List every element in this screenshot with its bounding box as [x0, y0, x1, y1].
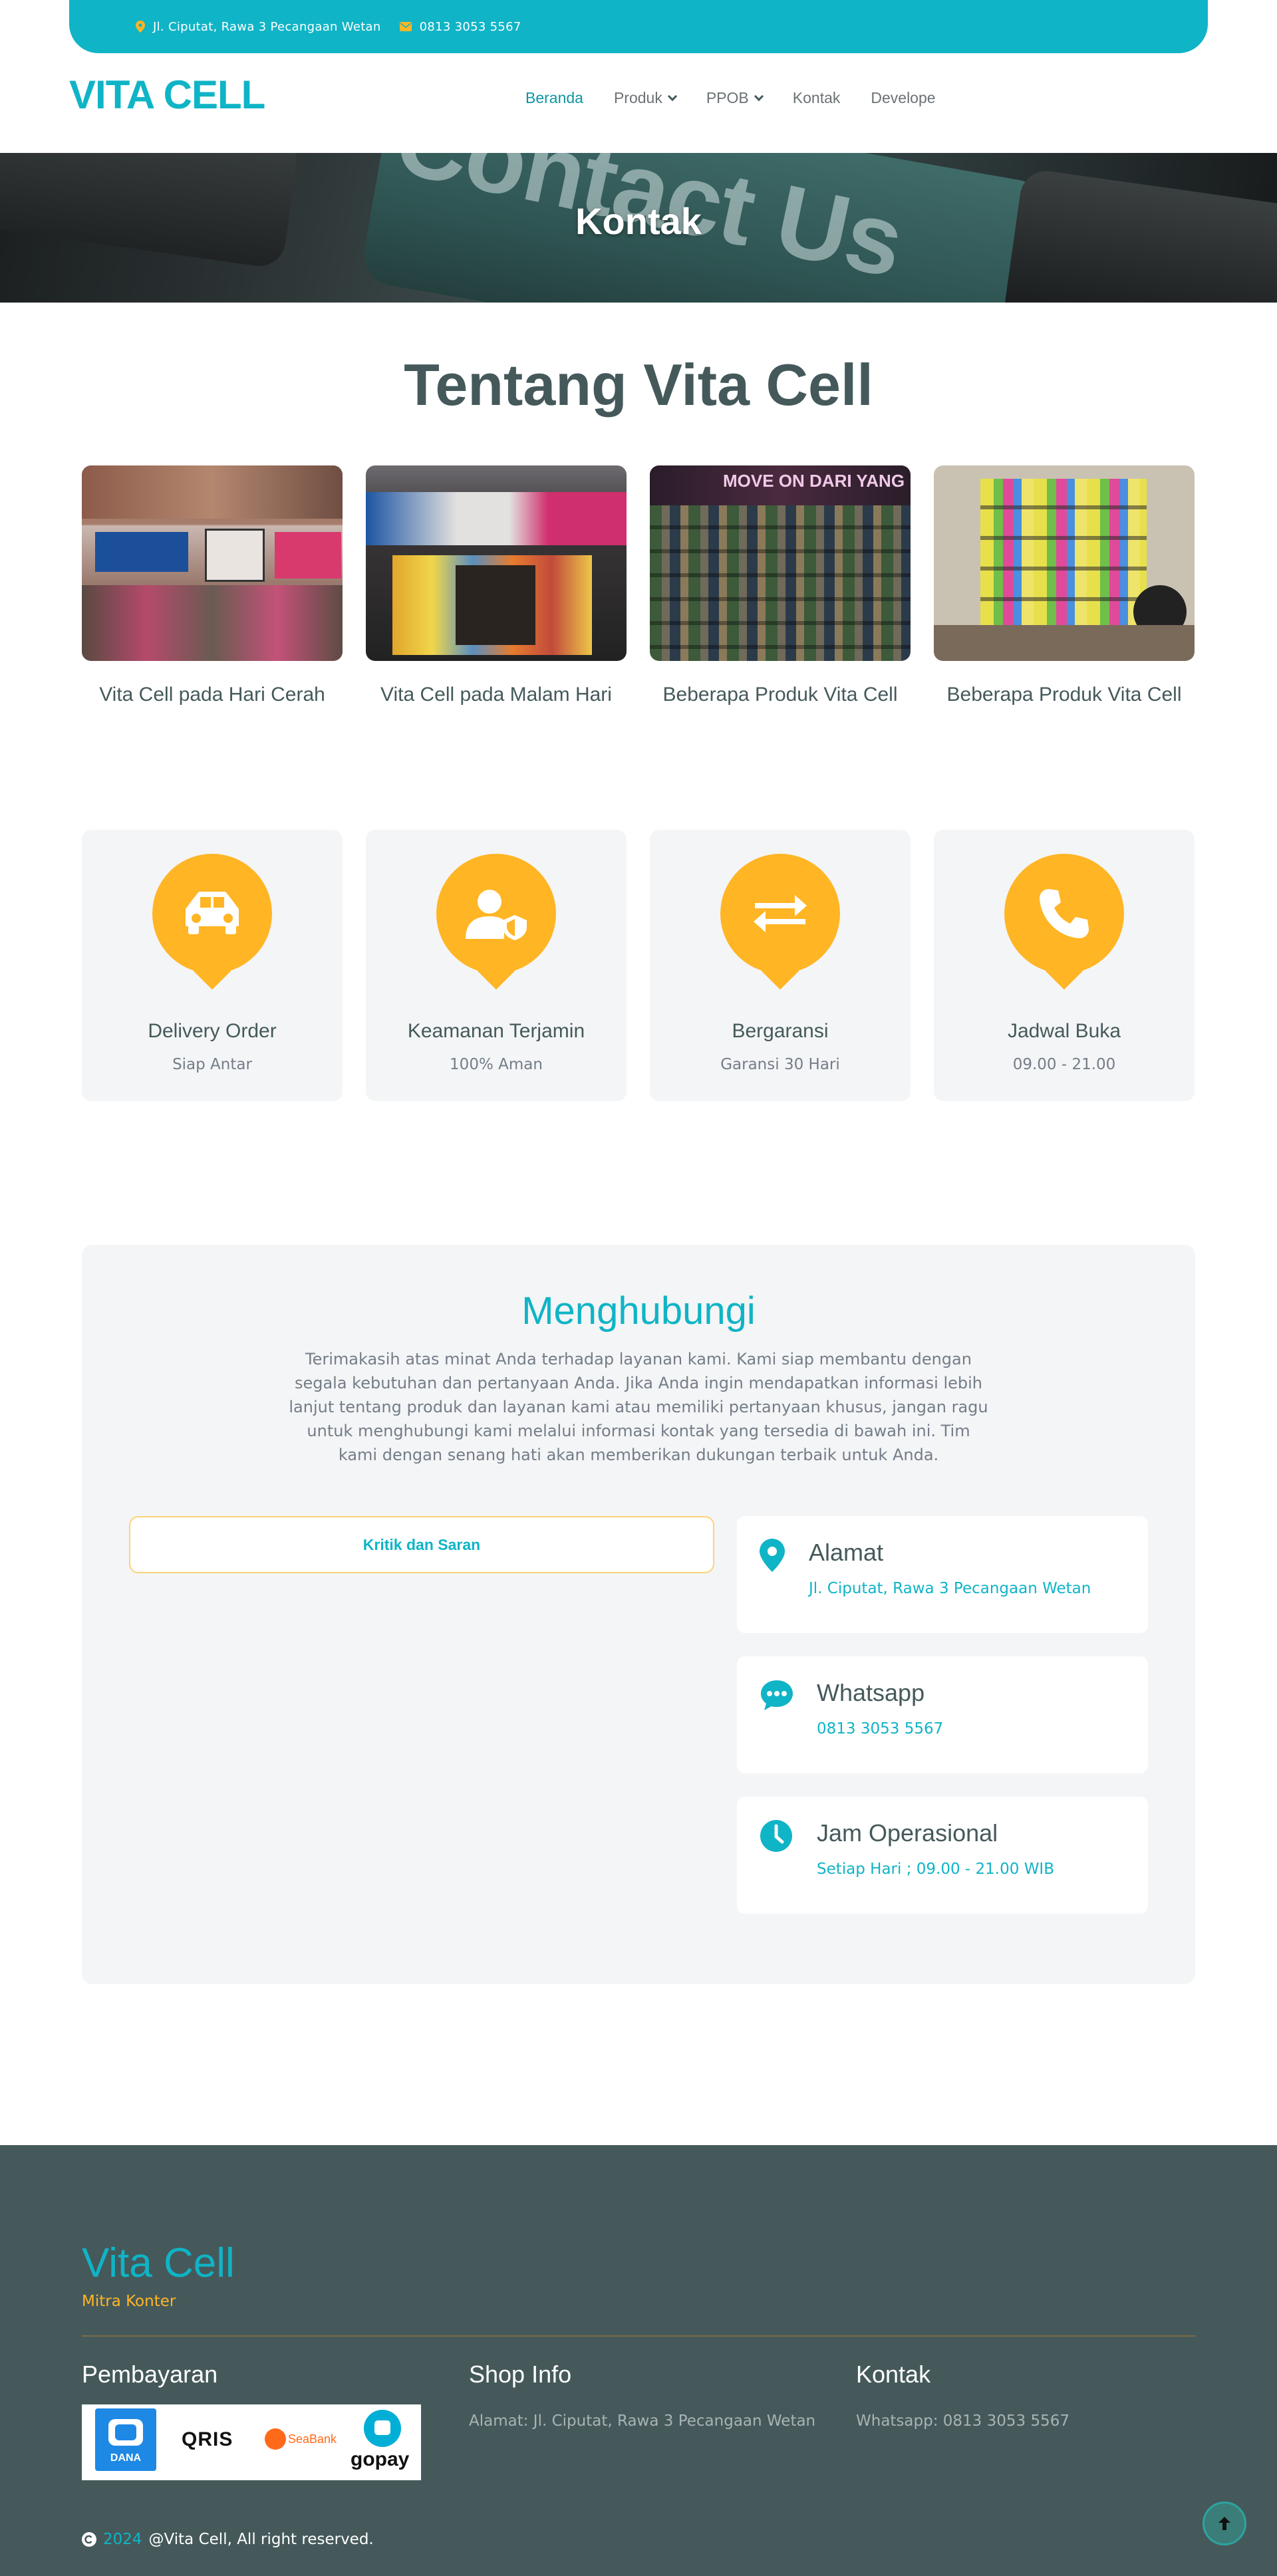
feedback-button[interactable]: Kritik dan Saran [129, 1516, 714, 1573]
car-icon [186, 892, 239, 934]
contact-heading: Menghubungi [521, 1289, 756, 1333]
feature-subtitle: 09.00 - 21.00 [1012, 1056, 1116, 1073]
dana-logo-text: DANA [110, 2452, 142, 2464]
gopay-logo: gopay [351, 2448, 410, 2470]
nav-label: PPOB [706, 89, 749, 106]
arrow-up-icon [1218, 2517, 1230, 2530]
gopay-logo-mark [364, 2410, 401, 2447]
feature-subtitle: Siap Antar [172, 1056, 252, 1073]
chevron-down-icon [667, 91, 677, 101]
seabank-logo: SeaBank [288, 2432, 337, 2446]
chevron-down-icon [754, 91, 764, 101]
footer-contact-whatsapp[interactable]: Whatsapp: 0813 3053 5567 [856, 2412, 1069, 2430]
topbar-address: Jl. Ciputat, Rawa 3 Pecangaan Wetan [136, 20, 381, 34]
exchange-arrows-icon [754, 895, 807, 932]
feature-card-security: Keamanan Terjamin 100% Aman [366, 830, 627, 1101]
user-shield-icon [466, 890, 527, 940]
footer-shop-heading: Shop Info [469, 2361, 572, 2388]
about-caption: Vita Cell pada Hari Cerah [99, 684, 325, 706]
dana-logo: DANA [95, 2408, 156, 2471]
nav-item-develope[interactable]: Develope [871, 89, 935, 107]
feature-subtitle: 100% Aman [450, 1056, 543, 1073]
nav-item-beranda[interactable]: Beranda [525, 89, 583, 107]
info-title: Jam Operasional [817, 1819, 998, 1847]
feature-title: Jadwal Buka [1007, 1020, 1121, 1042]
feature-title: Keamanan Terjamin [407, 1020, 585, 1042]
top-info-bar: Jl. Ciputat, Rawa 3 Pecangaan Wetan 0813… [69, 0, 1208, 53]
copyright-text: @Vita Cell, All right reserved. [148, 2531, 374, 2548]
payment-logos: DANA QRIS SeaBank gopay [82, 2404, 421, 2480]
footer-shop-address: Alamat: Jl. Ciputat, Rawa 3 Pecangaan We… [469, 2412, 816, 2430]
qris-logo: QRIS [182, 2428, 233, 2450]
feature-icon-wrap [1004, 854, 1124, 973]
info-value: Setiap Hari ; 09.00 - 21.00 WIB [817, 1861, 1054, 1878]
footer-tagline: Mitra Konter [82, 2293, 176, 2310]
main-nav: Beranda Produk PPOB Kontak Develope [525, 89, 936, 107]
footer-brand[interactable]: Vita Cell [82, 2240, 235, 2287]
info-title: Whatsapp [817, 1679, 925, 1706]
nav-item-kontak[interactable]: Kontak [793, 89, 841, 107]
nav-label: Kontak [792, 89, 841, 106]
copyright-icon [82, 2532, 96, 2547]
contact-description: Terimakasih atas minat Anda terhadap lay… [289, 1350, 988, 1464]
nav-label: Beranda [525, 89, 583, 106]
topbar-phone-text: 0813 3053 5567 [419, 19, 521, 34]
phone-icon [1040, 889, 1089, 938]
footer-divider [82, 2335, 1195, 2337]
seabank-logo-mark [265, 2428, 286, 2450]
about-photo-products-wall: MOVE ON DARI YANG [650, 465, 911, 661]
contact-info-whatsapp: Whatsapp 0813 3053 5567 [737, 1656, 1148, 1773]
chat-icon [761, 1680, 793, 1710]
footer-payment-heading: Pembayaran [82, 2361, 218, 2388]
feature-title: Delivery Order [148, 1020, 277, 1042]
copyright-year[interactable]: 2024 [103, 2531, 142, 2548]
feature-card-delivery: Delivery Order Siap Antar [82, 830, 343, 1101]
topbar-address-text: Jl. Ciputat, Rawa 3 Pecangaan Wetan [153, 19, 381, 34]
info-value[interactable]: Jl. Ciputat, Rawa 3 Pecangaan Wetan [809, 1580, 1091, 1597]
nav-item-produk[interactable]: Produk [613, 89, 677, 107]
envelope-icon [399, 22, 412, 31]
about-caption: Beberapa Produk Vita Cell [946, 684, 1182, 706]
topbar-phone: 0813 3053 5567 [399, 19, 521, 34]
info-icon-wrap [760, 1679, 797, 1716]
feature-icon-wrap [152, 854, 272, 973]
map-pin-icon [760, 1539, 785, 1572]
back-to-top-button[interactable] [1203, 2502, 1246, 2545]
nav-label: Develope [871, 89, 936, 106]
copyright: 2024 @Vita Cell, All right reserved. [82, 2531, 374, 2548]
info-title: Alamat [809, 1539, 884, 1566]
feature-icon-wrap [720, 854, 840, 973]
info-icon-wrap [760, 1539, 797, 1576]
info-icon-wrap [760, 1819, 797, 1857]
clock-icon [760, 1820, 792, 1852]
page-title: Kontak [575, 200, 702, 242]
feature-icon-wrap [436, 854, 556, 973]
nav-label: Produk [613, 89, 662, 106]
about-photo-shop-night [366, 465, 627, 661]
nav-item-ppob[interactable]: PPOB [706, 89, 764, 107]
feature-subtitle: Garansi 30 Hari [720, 1056, 840, 1073]
about-caption: Beberapa Produk Vita Cell [662, 684, 898, 706]
contact-info-hours: Jam Operasional Setiap Hari ; 09.00 - 21… [737, 1797, 1148, 1914]
about-caption: Vita Cell pada Malam Hari [380, 684, 612, 706]
about-heading: Tentang Vita Cell [404, 352, 873, 418]
footer-contact-heading: Kontak [856, 2361, 931, 2388]
info-value[interactable]: 0813 3053 5567 [817, 1720, 943, 1738]
feature-title: Bergaransi [732, 1020, 829, 1042]
map-pin-icon [136, 21, 145, 33]
about-photo-products-rack [934, 465, 1195, 661]
feature-card-warranty: Bergaransi Garansi 30 Hari [650, 830, 911, 1101]
feature-card-hours: Jadwal Buka 09.00 - 21.00 [934, 830, 1195, 1101]
contact-info-address: Alamat Jl. Ciputat, Rawa 3 Pecangaan Wet… [737, 1516, 1148, 1633]
brand-logo[interactable]: VITA CELL [69, 72, 265, 118]
about-photo-shop-day [82, 465, 343, 661]
